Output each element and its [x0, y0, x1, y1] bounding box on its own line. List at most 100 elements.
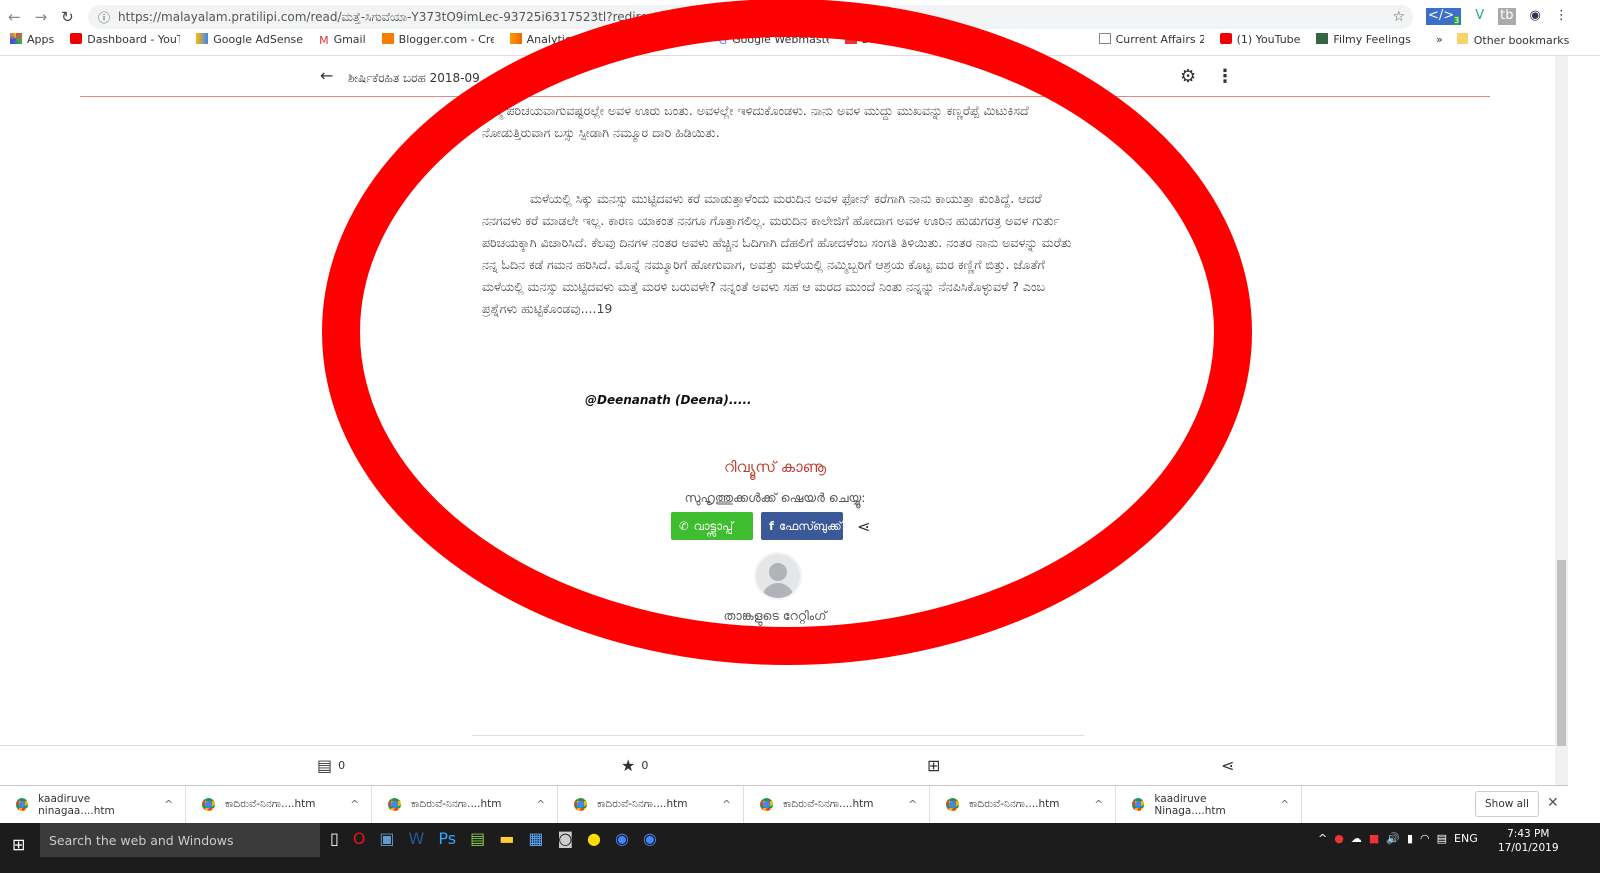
download-item[interactable]: ಕಾದಿರುವೆ-ನಿನಗಾ....htm ^ — [930, 785, 1116, 824]
battery-icon[interactable]: ▮ — [1407, 832, 1413, 845]
chrome-icon — [574, 798, 587, 811]
paragraph: ಮಳೆಯಲ್ಲಿ ಸಿಕ್ಕು ಮನಸ್ಸು ಮುಟ್ಟಿದವಳು ಕರೆ ಮಾ… — [482, 191, 1072, 316]
chevron-up-icon[interactable]: ^ — [722, 799, 731, 811]
reload-icon[interactable]: ↻ — [61, 8, 74, 26]
app-icon[interactable]: ▦ — [528, 829, 543, 848]
app-icon[interactable]: ▣ — [379, 829, 394, 848]
bookmarks-overflow-icon[interactable]: » — [1436, 33, 1443, 47]
word-icon[interactable]: W — [409, 829, 425, 848]
bookmark-filmy-feelings[interactable]: Filmy Feelings — [1316, 33, 1411, 46]
facebook-share-button[interactable]: f ഫേസ്ബുക്ക് — [761, 512, 843, 540]
star-icon[interactable]: ☆ — [767, 636, 787, 661]
chrome-icon — [946, 798, 959, 811]
bookmark-ifttt[interactable]: Discover IFTTT and A — [844, 33, 957, 46]
more-options-icon[interactable]: ⋮ — [1216, 66, 1234, 87]
bookmark-analytics[interactable]: Analytics — [509, 33, 577, 46]
download-item[interactable]: ಕಾದಿರುವೆ-ನಿನಗಾ....htm ^ — [744, 785, 930, 824]
star-icon[interactable]: ☆ — [841, 636, 861, 661]
close-shelf-icon[interactable]: ✕ — [1547, 795, 1559, 811]
whatsapp-share-button[interactable]: ✆ വാട്ട്സാപ്പ് — [671, 512, 753, 540]
stars-button[interactable]: ★ 0 — [621, 756, 648, 775]
paragraph: ನಮ್ಮ ಪರಿಚಯವಾಗುವಷ್ಟರಲ್ಲೇ ಅವಳ ಊರು ಬಂತು. ಅವ… — [482, 103, 1029, 140]
bookmark-gmail[interactable]: M Gmail — [319, 33, 366, 47]
chrome-menu-icon[interactable]: ⋮ — [1555, 8, 1568, 25]
vue-extension-icon[interactable]: V — [1475, 8, 1484, 25]
star-icon[interactable]: ☆ — [731, 636, 751, 661]
bookmark-star-icon[interactable]: ☆ — [1392, 9, 1405, 25]
download-item[interactable]: ಕಾದಿರುವೆ-ನಿನಗಾ....htm ^ — [372, 785, 558, 824]
taskbar-search[interactable]: Search the web and Windows — [40, 823, 320, 857]
chevron-up-icon[interactable]: ^ — [1280, 799, 1289, 811]
back-icon[interactable]: ← — [8, 8, 21, 26]
chrome-icon — [202, 798, 215, 811]
profile-avatar[interactable]: ◉ — [1530, 8, 1541, 25]
share-icon[interactable]: ⋖ — [857, 517, 870, 536]
task-view-icon[interactable]: ▯ — [330, 829, 339, 848]
notification-icon[interactable]: ▤ — [1437, 832, 1447, 845]
comments-button[interactable]: ▤ 0 — [317, 756, 345, 775]
antivirus-icon[interactable]: ■ — [1369, 832, 1379, 845]
chevron-up-icon[interactable]: ^ — [350, 799, 359, 811]
rating-stars[interactable]: ☆ ☆ ☆ ☆ ☆ — [694, 636, 861, 661]
download-item[interactable]: kaadiruve ninagaa....htm ^ — [0, 785, 186, 824]
star-icon[interactable]: ☆ — [804, 636, 824, 661]
view-reviews-link[interactable]: റിവ്യൂസ് കാണൂ — [0, 458, 1550, 476]
notepad-icon[interactable]: ▤ — [470, 829, 485, 848]
add-to-library-button[interactable]: ⊞ — [927, 756, 940, 775]
wifi-icon[interactable]: ◠ — [1420, 832, 1430, 845]
star-icon[interactable]: ☆ — [694, 636, 714, 661]
bookmark-current-affairs[interactable]: Current Affairs 2018 f — [1098, 33, 1204, 46]
nav-buttons: ← → ↻ — [8, 8, 74, 26]
file-explorer-icon[interactable]: ▬ — [499, 829, 514, 848]
download-item[interactable]: ಕಾದಿರುವೆ-ನಿನಗಾ....htm ^ — [558, 785, 744, 824]
tray-overflow-icon[interactable]: ^ — [1318, 832, 1327, 845]
info-icon[interactable]: ⓘ — [98, 9, 110, 26]
bookmark-amazon[interactable]: a — [593, 33, 703, 46]
camera-icon[interactable]: ◙ — [557, 829, 573, 848]
tb-extension-icon[interactable]: tb — [1498, 8, 1516, 25]
windows-start-icon[interactable]: ⊞ — [12, 835, 25, 854]
chrome-icon — [388, 798, 401, 811]
bookmark-blogger[interactable]: Blogger.com - Create — [381, 33, 494, 46]
chrome-icon — [1132, 798, 1145, 811]
photoshop-icon[interactable]: Ps — [438, 829, 456, 848]
show-all-downloads-button[interactable]: Show all — [1475, 791, 1539, 817]
chrome-icon[interactable]: ◉ — [643, 829, 657, 848]
tray-app-icon[interactable]: ● — [1334, 832, 1344, 845]
cloud-icon[interactable]: ☁ — [1351, 832, 1362, 845]
rating-label: താങ്കളുടെ റേറ്റിംഗ് — [723, 608, 827, 623]
bookmark-apps[interactable]: Apps — [10, 33, 54, 46]
user-avatar — [754, 552, 802, 600]
download-item[interactable]: kaadiruve Ninaga....htm ^ — [1116, 785, 1302, 824]
bookmark-adsense[interactable]: Google AdSense — [196, 33, 303, 46]
chevron-up-icon[interactable]: ^ — [536, 799, 545, 811]
chevron-up-icon[interactable]: ^ — [164, 799, 173, 811]
app-icon[interactable]: ● — [587, 829, 601, 848]
downloads-shelf: kaadiruve ninagaa....htm ^ ಕಾದಿರುವೆ-ನಿನಗಾ… — [0, 785, 1568, 824]
bookmark-youtube[interactable]: (1) YouTube — [1219, 33, 1300, 46]
forward-icon[interactable]: → — [35, 8, 48, 26]
extension-icon[interactable]: </>3 — [1426, 8, 1462, 25]
system-tray: ^ ● ☁ ■ 🔊 ▮ ◠ ▤ ENG — [1318, 832, 1478, 845]
address-bar[interactable]: ⓘ https://malayalam.pratilipi.com/read/ಮ… — [88, 5, 1413, 29]
volume-icon[interactable]: 🔊 — [1386, 832, 1400, 845]
reader-bottom-bar: ▤ 0 ★ 0 ⊞ ⋖ — [0, 745, 1555, 785]
bookmark-youtube-dashboard[interactable]: Dashboard - YouTube — [70, 33, 180, 46]
settings-gear-icon[interactable]: ⚙ — [1180, 66, 1196, 87]
clock[interactable]: 7:43 PM 17/01/2019 — [1498, 827, 1559, 855]
share-buttons: ✆ വാട്ട്സാപ്പ് f ഫേസ്ബുക്ക് ⋖ — [671, 512, 870, 540]
other-bookmarks[interactable]: » Other bookmarks — [1436, 33, 1569, 47]
chevron-up-icon[interactable]: ^ — [1094, 799, 1103, 811]
scrollbar-thumb[interactable] — [1557, 560, 1566, 746]
share-button[interactable]: ⋖ — [1221, 756, 1234, 775]
bookmark-webmasters[interactable]: GGoogle Webmasters — [719, 33, 829, 46]
chrome-icon[interactable]: ◉ — [615, 829, 629, 848]
download-item[interactable]: ಕಾದಿರುವೆ-ನಿನಗಾ....htm ^ — [186, 785, 372, 824]
language-indicator[interactable]: ENG — [1454, 832, 1478, 845]
back-arrow-icon[interactable]: ← — [320, 66, 333, 85]
chrome-icon — [760, 798, 773, 811]
reader-header: ← ಶೀರ್ಷಿಕೆರಹಿತ ಬರಹ 2018-09 ⚙ ⋮ — [0, 56, 1560, 97]
chevron-up-icon[interactable]: ^ — [908, 799, 917, 811]
bookmark-google[interactable] — [973, 33, 1083, 46]
opera-icon[interactable]: O — [353, 829, 366, 848]
